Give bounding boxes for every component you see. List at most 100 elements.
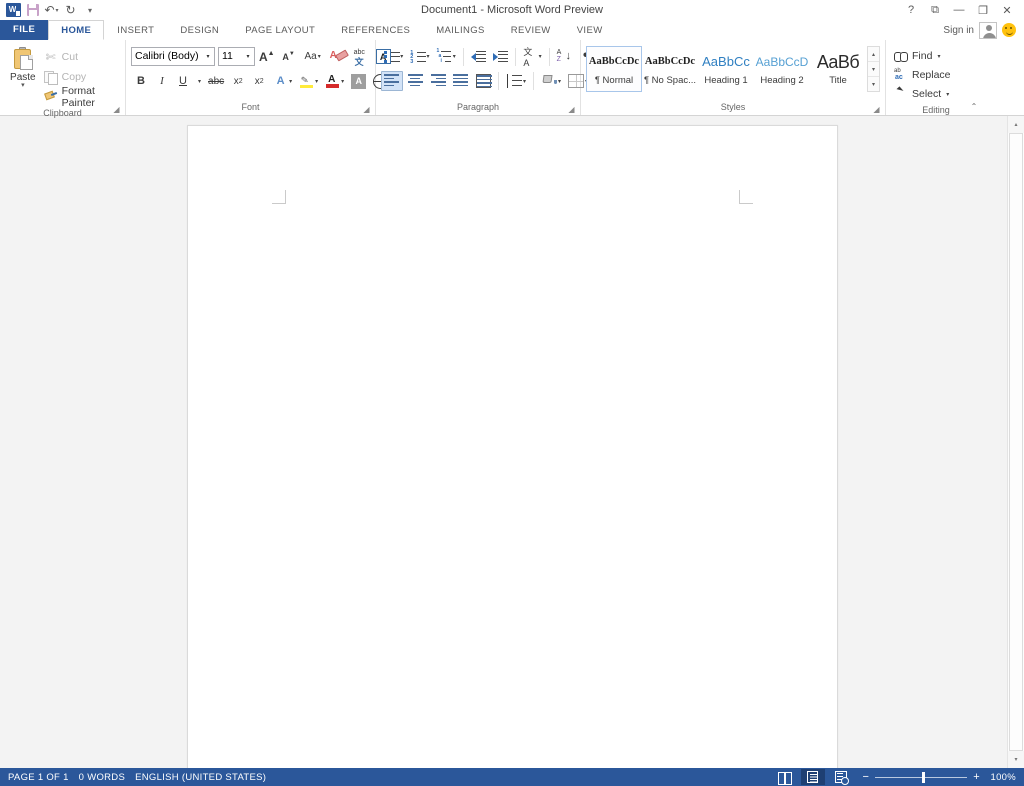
style-no-spacing[interactable]: AaBbCcDc ¶ No Spac... <box>642 46 698 92</box>
undo-icon[interactable]: ↶ ▾ <box>42 1 61 19</box>
increase-indent-button[interactable] <box>490 47 511 67</box>
justify-button[interactable] <box>450 71 472 91</box>
underline-button[interactable]: U <box>173 71 193 91</box>
font-color-button[interactable]: A ▾ <box>322 71 347 91</box>
numbering-button[interactable]: 1 2 3 ▾ <box>407 47 432 67</box>
distributed-button[interactable] <box>473 71 494 91</box>
customize-qat-icon[interactable]: ▾ <box>80 1 99 19</box>
text-effects-button[interactable]: A ▾ <box>270 71 295 91</box>
phonetic-guide-button[interactable]: abc 文 <box>350 47 372 67</box>
status-bar-right: − + 100% <box>773 769 1016 785</box>
font-name-input[interactable]: Calibri (Body) ▾ <box>131 47 215 66</box>
close-icon[interactable]: ✕ <box>996 1 1018 19</box>
style-heading-1[interactable]: AaBbCс Heading 1 <box>698 46 754 92</box>
scrollbar-track[interactable] <box>1007 133 1024 751</box>
font-size-input[interactable]: 11 ▾ <box>218 47 255 66</box>
tab-page-layout[interactable]: PAGE LAYOUT <box>232 20 328 40</box>
align-right-button[interactable] <box>427 71 449 91</box>
minimize-icon[interactable]: — <box>948 1 970 19</box>
strikethrough-button[interactable]: abc <box>205 71 227 91</box>
styles-scroll-down-icon[interactable]: ▾ <box>868 62 879 77</box>
paste-dropdown-caret-icon[interactable]: ▾ <box>21 82 25 89</box>
select-button[interactable]: Select ▾ <box>891 85 954 103</box>
sort-button[interactable]: A Z ↓ <box>554 47 575 67</box>
asian-layout-button[interactable]: 文A ▾ <box>520 47 544 68</box>
shading-button[interactable]: ▾ <box>538 71 564 91</box>
style-normal[interactable]: AaBbCcDc ¶ Normal <box>586 46 642 92</box>
document-page[interactable] <box>186 125 838 768</box>
tab-references[interactable]: REFERENCES <box>328 20 423 40</box>
decrease-indent-button[interactable] <box>468 47 489 67</box>
superscript-button[interactable]: x2 <box>249 71 269 91</box>
format-painter-button[interactable]: Format Painter <box>41 85 120 109</box>
character-shading-button[interactable]: A <box>348 71 369 91</box>
font-dialog-launcher-icon[interactable]: ◢ <box>362 105 371 114</box>
grow-font-button[interactable]: A ▲ <box>256 47 278 67</box>
bullets-button[interactable]: ▾ <box>381 47 406 67</box>
align-left-button[interactable] <box>381 71 403 91</box>
find-button[interactable]: Find ▾ <box>891 47 954 65</box>
clear-formatting-button[interactable] <box>327 47 349 67</box>
cut-button[interactable]: ✄ Cut <box>41 48 120 66</box>
italic-button[interactable]: I <box>152 71 172 91</box>
print-layout-button[interactable] <box>800 769 825 785</box>
tab-home[interactable]: HOME <box>48 20 105 40</box>
zoom-in-button[interactable]: + <box>973 771 980 783</box>
scrollbar-thumb[interactable] <box>1008 133 1023 751</box>
tab-file[interactable]: FILE <box>0 20 49 40</box>
styles-more-icon[interactable]: ▾ <box>868 77 879 91</box>
line-spacing-button[interactable]: ▾ <box>503 71 529 91</box>
page-info[interactable]: PAGE 1 OF 1 <box>8 772 79 783</box>
multilevel-list-button[interactable]: 1 a i ▾ <box>433 47 458 67</box>
style-title[interactable]: AaBб Title <box>810 46 866 92</box>
clipboard-dialog-launcher-icon[interactable]: ◢ <box>112 105 121 114</box>
style-title-label: Title <box>829 75 847 86</box>
help-icon[interactable]: ? <box>900 1 922 19</box>
paste-button[interactable]: Paste ▾ <box>5 45 41 89</box>
restore-icon[interactable]: ❐ <box>972 1 994 19</box>
paragraph-dialog-launcher-icon[interactable]: ◢ <box>567 105 576 114</box>
styles-scroll-up-icon[interactable]: ▴ <box>868 47 879 62</box>
style-heading-1-label: Heading 1 <box>704 75 748 86</box>
zoom-level[interactable]: 100% <box>986 772 1016 783</box>
ribbon-display-options-icon[interactable]: ⧉ <box>924 1 946 19</box>
shrink-font-button[interactable]: A ▼ <box>279 47 299 67</box>
word-logo-icon[interactable] <box>4 1 23 19</box>
vertical-scrollbar[interactable]: ▴ ▴ ▾ <box>1007 116 1024 768</box>
copy-button[interactable]: Copy <box>41 68 120 86</box>
select-dropdown-caret-icon[interactable]: ▾ <box>946 91 949 98</box>
scroll-down-button[interactable]: ▾ <box>1007 751 1024 768</box>
collapse-ribbon-icon[interactable]: ⌃ <box>967 100 981 113</box>
feedback-smiley-icon[interactable] <box>1002 23 1016 37</box>
align-center-button[interactable] <box>404 71 426 91</box>
scroll-up-button[interactable]: ▴ <box>1007 116 1024 133</box>
tab-design[interactable]: DESIGN <box>167 20 232 40</box>
tab-review[interactable]: REVIEW <box>498 20 564 40</box>
zoom-slider[interactable] <box>875 771 968 783</box>
signin-link[interactable]: Sign in <box>943 25 974 36</box>
underline-dropdown-icon[interactable]: ▾ <box>194 71 204 91</box>
font-size-dropdown-icon[interactable]: ▾ <box>241 48 254 65</box>
web-layout-button[interactable] <box>829 769 853 785</box>
tab-insert[interactable]: INSERT <box>104 20 167 40</box>
change-case-button[interactable]: Aa ▾ <box>300 47 326 67</box>
save-icon[interactable] <box>23 1 42 19</box>
text-highlight-color-button[interactable]: ✎ ▾ <box>296 71 321 91</box>
font-name-dropdown-icon[interactable]: ▾ <box>201 48 214 65</box>
find-dropdown-caret-icon[interactable]: ▾ <box>937 53 940 60</box>
tab-view[interactable]: VIEW <box>564 20 616 40</box>
zoom-out-button[interactable]: − <box>863 771 870 783</box>
language-indicator[interactable]: ENGLISH (UNITED STATES) <box>135 772 276 783</box>
read-mode-button[interactable] <box>773 769 797 785</box>
replace-button[interactable]: ab ac Replace <box>891 66 954 84</box>
redo-icon[interactable]: ↻ <box>61 1 80 19</box>
avatar[interactable] <box>979 21 997 39</box>
styles-dialog-launcher-icon[interactable]: ◢ <box>872 105 881 114</box>
document-text-area[interactable] <box>274 192 751 736</box>
zoom-slider-thumb[interactable] <box>922 771 926 783</box>
subscript-button[interactable]: x2 <box>228 71 248 91</box>
word-count[interactable]: 0 WORDS <box>79 772 135 783</box>
style-heading-2[interactable]: AaBbCcD Heading 2 <box>754 46 810 92</box>
tab-mailings[interactable]: MAILINGS <box>423 20 498 40</box>
bold-button[interactable]: B <box>131 71 151 91</box>
